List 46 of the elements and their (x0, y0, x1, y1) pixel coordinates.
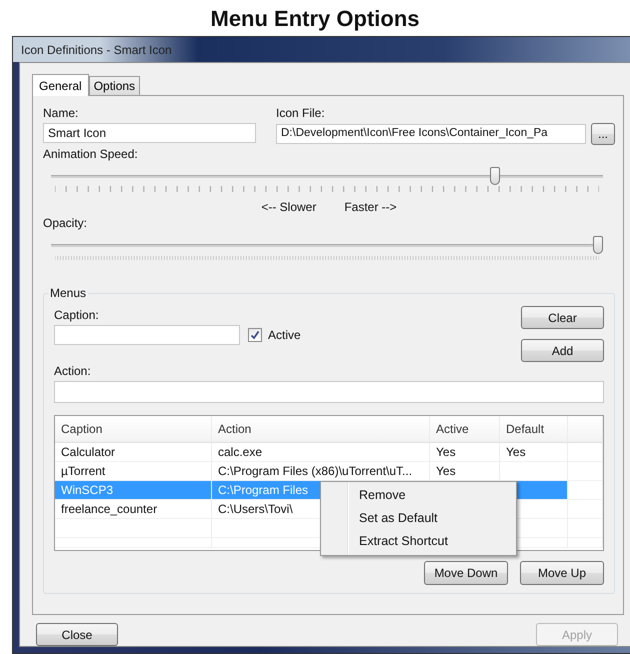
table-cell: µTorrent (61, 464, 106, 478)
context-menu-item[interactable]: Set as Default (321, 507, 516, 530)
window-title: Icon Definitions - Smart Icon (21, 42, 172, 56)
column-header[interactable]: Default (500, 416, 568, 442)
action-field[interactable] (54, 381, 604, 403)
menu-button[interactable]: Clear (521, 306, 604, 329)
page-heading: Menu Entry Options (210, 5, 420, 33)
slider-label: Animation Speed: (43, 147, 139, 161)
slider-thumb[interactable] (593, 236, 603, 254)
column-header[interactable]: Action (212, 416, 430, 442)
slider-thumb[interactable] (490, 167, 500, 185)
caption-field[interactable] (54, 325, 240, 345)
move-button[interactable]: Move Down (424, 561, 508, 585)
slider-label: Opacity: (43, 216, 88, 230)
table-cell: C:\Program Files (218, 483, 308, 497)
table-cell: Calculator (61, 445, 116, 459)
column-header[interactable]: Caption (55, 416, 212, 442)
menu-button[interactable]: Add (521, 339, 604, 362)
dialog-button[interactable]: Close (36, 623, 118, 646)
group-title: Menus (48, 286, 88, 300)
slower-label: <-- Slower (261, 200, 316, 214)
table-cell: calc.exe (218, 445, 262, 459)
faster-label: Faster --> (344, 200, 397, 214)
tab[interactable]: Options (88, 76, 140, 95)
move-button[interactable]: Move Up (520, 561, 604, 585)
field-label: Icon File: (276, 106, 326, 120)
table-row[interactable]: Calculator calc.exe Yes Yes (55, 443, 603, 462)
table-cell: Yes (506, 445, 526, 459)
table-cell: Yes (436, 464, 456, 478)
context-menu-item[interactable]: Remove (321, 484, 516, 507)
context-menu-item[interactable]: Extract Shortcut (321, 530, 516, 553)
table-cell: Yes (436, 445, 456, 459)
table-cell: freelance_counter (61, 502, 158, 516)
field-label: Name: (43, 106, 80, 120)
icon-file-field[interactable]: D:\Development\Icon\Free Icons\Container_Icon_Pa (276, 124, 586, 144)
name-field[interactable]: Smart Icon (43, 123, 256, 143)
field-label: Caption: (54, 308, 100, 322)
field-label: Action: (54, 364, 92, 378)
checkbox-label: Active (268, 328, 301, 342)
table-cell: C:\Program Files (x86)\uTorrent\uT... (218, 464, 412, 478)
table-cell: WinSCP3 (61, 483, 114, 497)
column-header[interactable]: Active (430, 416, 500, 442)
tab[interactable]: General (32, 74, 89, 96)
table-cell: C:\Users\Tovi\ (218, 502, 293, 516)
browse-button[interactable]: ... (591, 123, 615, 145)
active-checkbox[interactable] (248, 328, 262, 342)
